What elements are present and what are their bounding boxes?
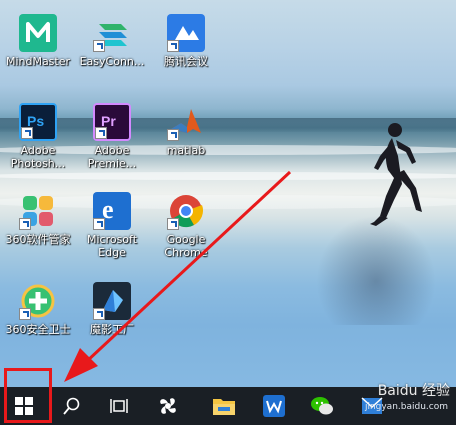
premiere-icon: Pr	[93, 103, 131, 141]
taskbar-app-fan[interactable]	[144, 387, 192, 425]
desktop-icon-label: Google Chrome	[164, 233, 208, 259]
desktop-icon-tencent-meeting[interactable]: 腾讯会议	[146, 14, 226, 68]
search-button[interactable]	[48, 387, 96, 425]
shortcut-arrow-icon	[167, 129, 179, 141]
desktop-icon-label: matlab	[166, 144, 206, 157]
task-view-icon	[110, 399, 128, 413]
shortcut-arrow-icon	[95, 127, 107, 139]
shortcut-arrow-icon	[19, 308, 31, 320]
desktop-icon-easyconnect[interactable]: EasyConn...	[72, 14, 152, 68]
desktop-icon-chrome[interactable]: Google Chrome	[146, 192, 226, 259]
task-view-button[interactable]	[96, 387, 144, 425]
shortcut-arrow-icon	[93, 308, 105, 320]
desktop: MindMaster EasyConn... 腾讯会议 Ps Adobe Pho…	[0, 0, 456, 387]
desktop-icon-edge[interactable]: e Microsoft Edge	[72, 192, 152, 259]
tencent-meeting-icon	[167, 14, 205, 52]
desktop-icon-label: Microsoft Edge	[86, 233, 138, 259]
file-explorer-icon	[213, 399, 235, 415]
matlab-icon	[167, 103, 205, 141]
360-security-icon	[19, 282, 57, 320]
search-icon	[63, 397, 80, 415]
edge-icon: e	[93, 192, 131, 230]
taskbar-app-wps[interactable]	[250, 387, 298, 425]
desktop-icon-photoshop[interactable]: Ps Adobe Photosh...	[0, 103, 78, 170]
desktop-icon-matlab[interactable]: matlab	[146, 103, 226, 157]
moying-factory-icon	[93, 282, 131, 320]
baidu-jingyan-watermark: Baidu 经验	[377, 383, 450, 399]
desktop-icon-360-software-manager[interactable]: 360软件管家	[0, 192, 78, 246]
watermark-url: jingyan.baidu.com	[364, 402, 448, 412]
desktop-icon-label: 腾讯会议	[164, 55, 208, 68]
taskbar-app-file-explorer[interactable]	[200, 387, 248, 425]
desktop-icon-label: MindMaster	[5, 55, 71, 68]
start-button-highlight	[4, 368, 52, 423]
shortcut-arrow-icon	[167, 218, 179, 230]
shortcut-arrow-icon	[93, 218, 105, 230]
mindmaster-icon	[19, 14, 57, 52]
wps-icon	[263, 395, 285, 417]
fan-app-icon	[160, 398, 176, 414]
desktop-icon-mindmaster[interactable]: MindMaster	[0, 14, 78, 68]
desktop-icon-label: Adobe Premie...	[87, 144, 137, 170]
desktop-icon-label: 魔影工厂	[90, 323, 134, 336]
runner-reflection	[316, 215, 436, 325]
wechat-icon	[311, 397, 333, 415]
shortcut-arrow-icon	[21, 127, 33, 139]
photoshop-icon: Ps	[19, 103, 57, 141]
desktop-icon-360-security[interactable]: 360安全卫士	[0, 282, 78, 336]
desktop-icon-label: Adobe Photosh...	[10, 144, 66, 170]
shortcut-arrow-icon	[167, 40, 179, 52]
360-software-manager-icon	[19, 192, 57, 230]
runner-silhouette	[370, 123, 422, 226]
shortcut-arrow-icon	[93, 40, 105, 52]
taskbar-app-wechat[interactable]	[298, 387, 346, 425]
desktop-icon-label: EasyConn...	[79, 55, 145, 68]
desktop-icon-label: 360软件管家	[5, 233, 71, 246]
chrome-icon	[167, 192, 205, 230]
shortcut-arrow-icon	[19, 218, 31, 230]
desktop-icon-label: 360安全卫士	[5, 323, 71, 336]
desktop-icon-premiere[interactable]: Pr Adobe Premie...	[72, 103, 152, 170]
desktop-icon-moying-factory[interactable]: 魔影工厂	[72, 282, 152, 336]
easyconnect-icon	[93, 14, 131, 52]
